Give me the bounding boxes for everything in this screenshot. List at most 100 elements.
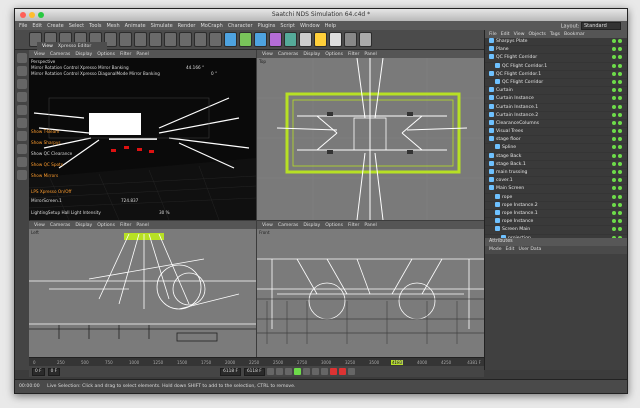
next-frame-icon[interactable] (302, 368, 310, 375)
object-row[interactable]: Curtain Instance.2 (485, 111, 627, 120)
visibility-flags[interactable] (610, 104, 622, 112)
menu-item-animate[interactable]: Animate (125, 23, 146, 29)
menu-item-window[interactable]: Window (300, 23, 320, 29)
menu-item-select[interactable]: Select (69, 23, 84, 29)
object-row[interactable]: stage floor (485, 136, 627, 145)
toggle-show-qc-clearance[interactable]: Show QC Clearance (31, 151, 72, 156)
check-icon[interactable] (618, 178, 622, 183)
visibility-flags[interactable] (610, 129, 622, 136)
check-icon[interactable] (618, 219, 622, 224)
menu-item-file[interactable]: File (19, 23, 27, 29)
check-icon[interactable] (618, 227, 622, 232)
viewport-menu-view[interactable]: View (262, 223, 273, 228)
array-icon[interactable] (269, 32, 282, 47)
bp-icon[interactable] (17, 170, 27, 180)
object-row[interactable]: ClearanceColumns (485, 119, 627, 129)
menu-item-tools[interactable]: Tools (89, 23, 101, 29)
visibility-dot-icon[interactable] (612, 137, 616, 142)
world-icon[interactable] (164, 32, 177, 47)
viewport-menu-options[interactable]: Options (97, 52, 115, 57)
viewport-menu-view[interactable]: View (34, 52, 45, 57)
viewport-menu-display[interactable]: Display (303, 223, 320, 228)
viewport-menu-options[interactable]: Options (325, 52, 343, 57)
object-row[interactable]: stage Back.1 (485, 160, 627, 169)
spline-icon[interactable] (239, 32, 252, 47)
timeline-icon[interactable] (359, 32, 372, 47)
front-viewport[interactable]: Front (257, 229, 484, 357)
menu-item-mesh[interactable]: Mesh (106, 23, 119, 29)
visibility-dot-icon[interactable] (612, 96, 616, 101)
viewport-menu-panel[interactable]: Panel (136, 52, 148, 57)
object-row[interactable]: rope Instance.1 (485, 209, 627, 219)
visibility-dot-icon[interactable] (612, 161, 616, 166)
object-row[interactable]: Visual Trees (485, 128, 627, 137)
play-icon[interactable] (293, 368, 301, 375)
prev-key-icon[interactable] (275, 368, 283, 375)
visibility-flags[interactable] (610, 178, 622, 185)
model-icon[interactable] (17, 53, 27, 63)
check-icon[interactable] (618, 88, 622, 93)
check-icon[interactable] (618, 145, 622, 150)
viewport-menu-view[interactable]: View (262, 52, 273, 57)
object-row[interactable]: Curtain Instance (485, 95, 627, 104)
viewport-menu-panel[interactable]: Panel (136, 223, 148, 228)
viewport-menu-cameras[interactable]: Cameras (50, 223, 70, 228)
visibility-flags[interactable] (610, 210, 622, 218)
visibility-dot-icon[interactable] (612, 112, 616, 117)
start-frame-field[interactable]: 0 F (32, 367, 45, 376)
check-icon[interactable] (618, 137, 622, 142)
visibility-flags[interactable] (610, 120, 622, 128)
check-icon[interactable] (618, 210, 622, 215)
objects-menu-objects[interactable]: Objects (529, 32, 546, 37)
visibility-flags[interactable] (610, 79, 622, 87)
render-view-icon[interactable] (179, 32, 192, 47)
camera-icon[interactable] (314, 32, 327, 47)
viewport-menu-options[interactable]: Options (97, 223, 115, 228)
check-icon[interactable] (618, 104, 622, 109)
toggle-show-qc-spots[interactable]: Show QC Spots (31, 162, 63, 167)
object-row[interactable]: Screen Main (485, 226, 627, 235)
viewport-menu-display[interactable]: Display (75, 223, 92, 228)
texture-icon[interactable] (17, 66, 27, 76)
check-icon[interactable] (618, 161, 622, 166)
object-row[interactable]: Main Screen (485, 185, 627, 194)
end-frame-field[interactable]: 6118 F (220, 367, 241, 376)
render-settings-icon[interactable] (209, 32, 222, 47)
check-icon[interactable] (618, 129, 622, 134)
menu-item-render[interactable]: Render (178, 23, 196, 29)
visibility-flags[interactable] (610, 88, 622, 95)
viewport-menu-view[interactable]: View (34, 223, 45, 228)
object-row[interactable]: rope Instance.2 (485, 201, 627, 210)
menu-item-help[interactable]: Help (325, 23, 336, 29)
layout-selector[interactable]: Layout: Standard (561, 22, 621, 30)
object-row[interactable]: rope Instance (485, 218, 627, 227)
light-icon[interactable] (329, 32, 342, 47)
tab-view[interactable]: View (42, 44, 53, 49)
mirror-slider[interactable]: MirrorScreen.1 724.837 (31, 198, 141, 203)
nurbs-icon[interactable] (254, 32, 267, 47)
light-slider[interactable]: LightingSetup Hall Light Intensity 30 % (31, 210, 181, 215)
visibility-flags[interactable] (610, 161, 622, 169)
minimize-icon[interactable] (29, 12, 35, 18)
current-frame-field[interactable]: 0 F (47, 367, 61, 376)
objects-menu-edit[interactable]: Edit (501, 32, 510, 37)
points-icon[interactable] (17, 92, 27, 102)
cube-icon[interactable] (224, 32, 237, 47)
visibility-dot-icon[interactable] (612, 186, 616, 191)
scene-icon[interactable] (299, 32, 312, 47)
snap-icon[interactable] (17, 131, 27, 141)
visibility-dot-icon[interactable] (612, 120, 616, 125)
viewport-menu-panel[interactable]: Panel (364, 52, 376, 57)
top-viewport[interactable]: Top (257, 58, 484, 220)
lps-toggle[interactable]: LPS Xpresso On/Off (31, 189, 71, 194)
check-icon[interactable] (618, 170, 622, 174)
visibility-flags[interactable] (610, 137, 622, 144)
object-row[interactable]: stage Back (485, 152, 627, 161)
visibility-dot-icon[interactable] (612, 47, 616, 52)
check-icon[interactable] (618, 39, 622, 43)
visibility-flags[interactable] (610, 71, 622, 79)
object-row[interactable]: QC Flight Corridor.1 (485, 62, 627, 71)
object-row[interactable]: main trussing (485, 169, 627, 178)
toggle-show-sharpys[interactable]: Show Sharpys (31, 140, 61, 145)
check-icon[interactable] (618, 47, 622, 52)
